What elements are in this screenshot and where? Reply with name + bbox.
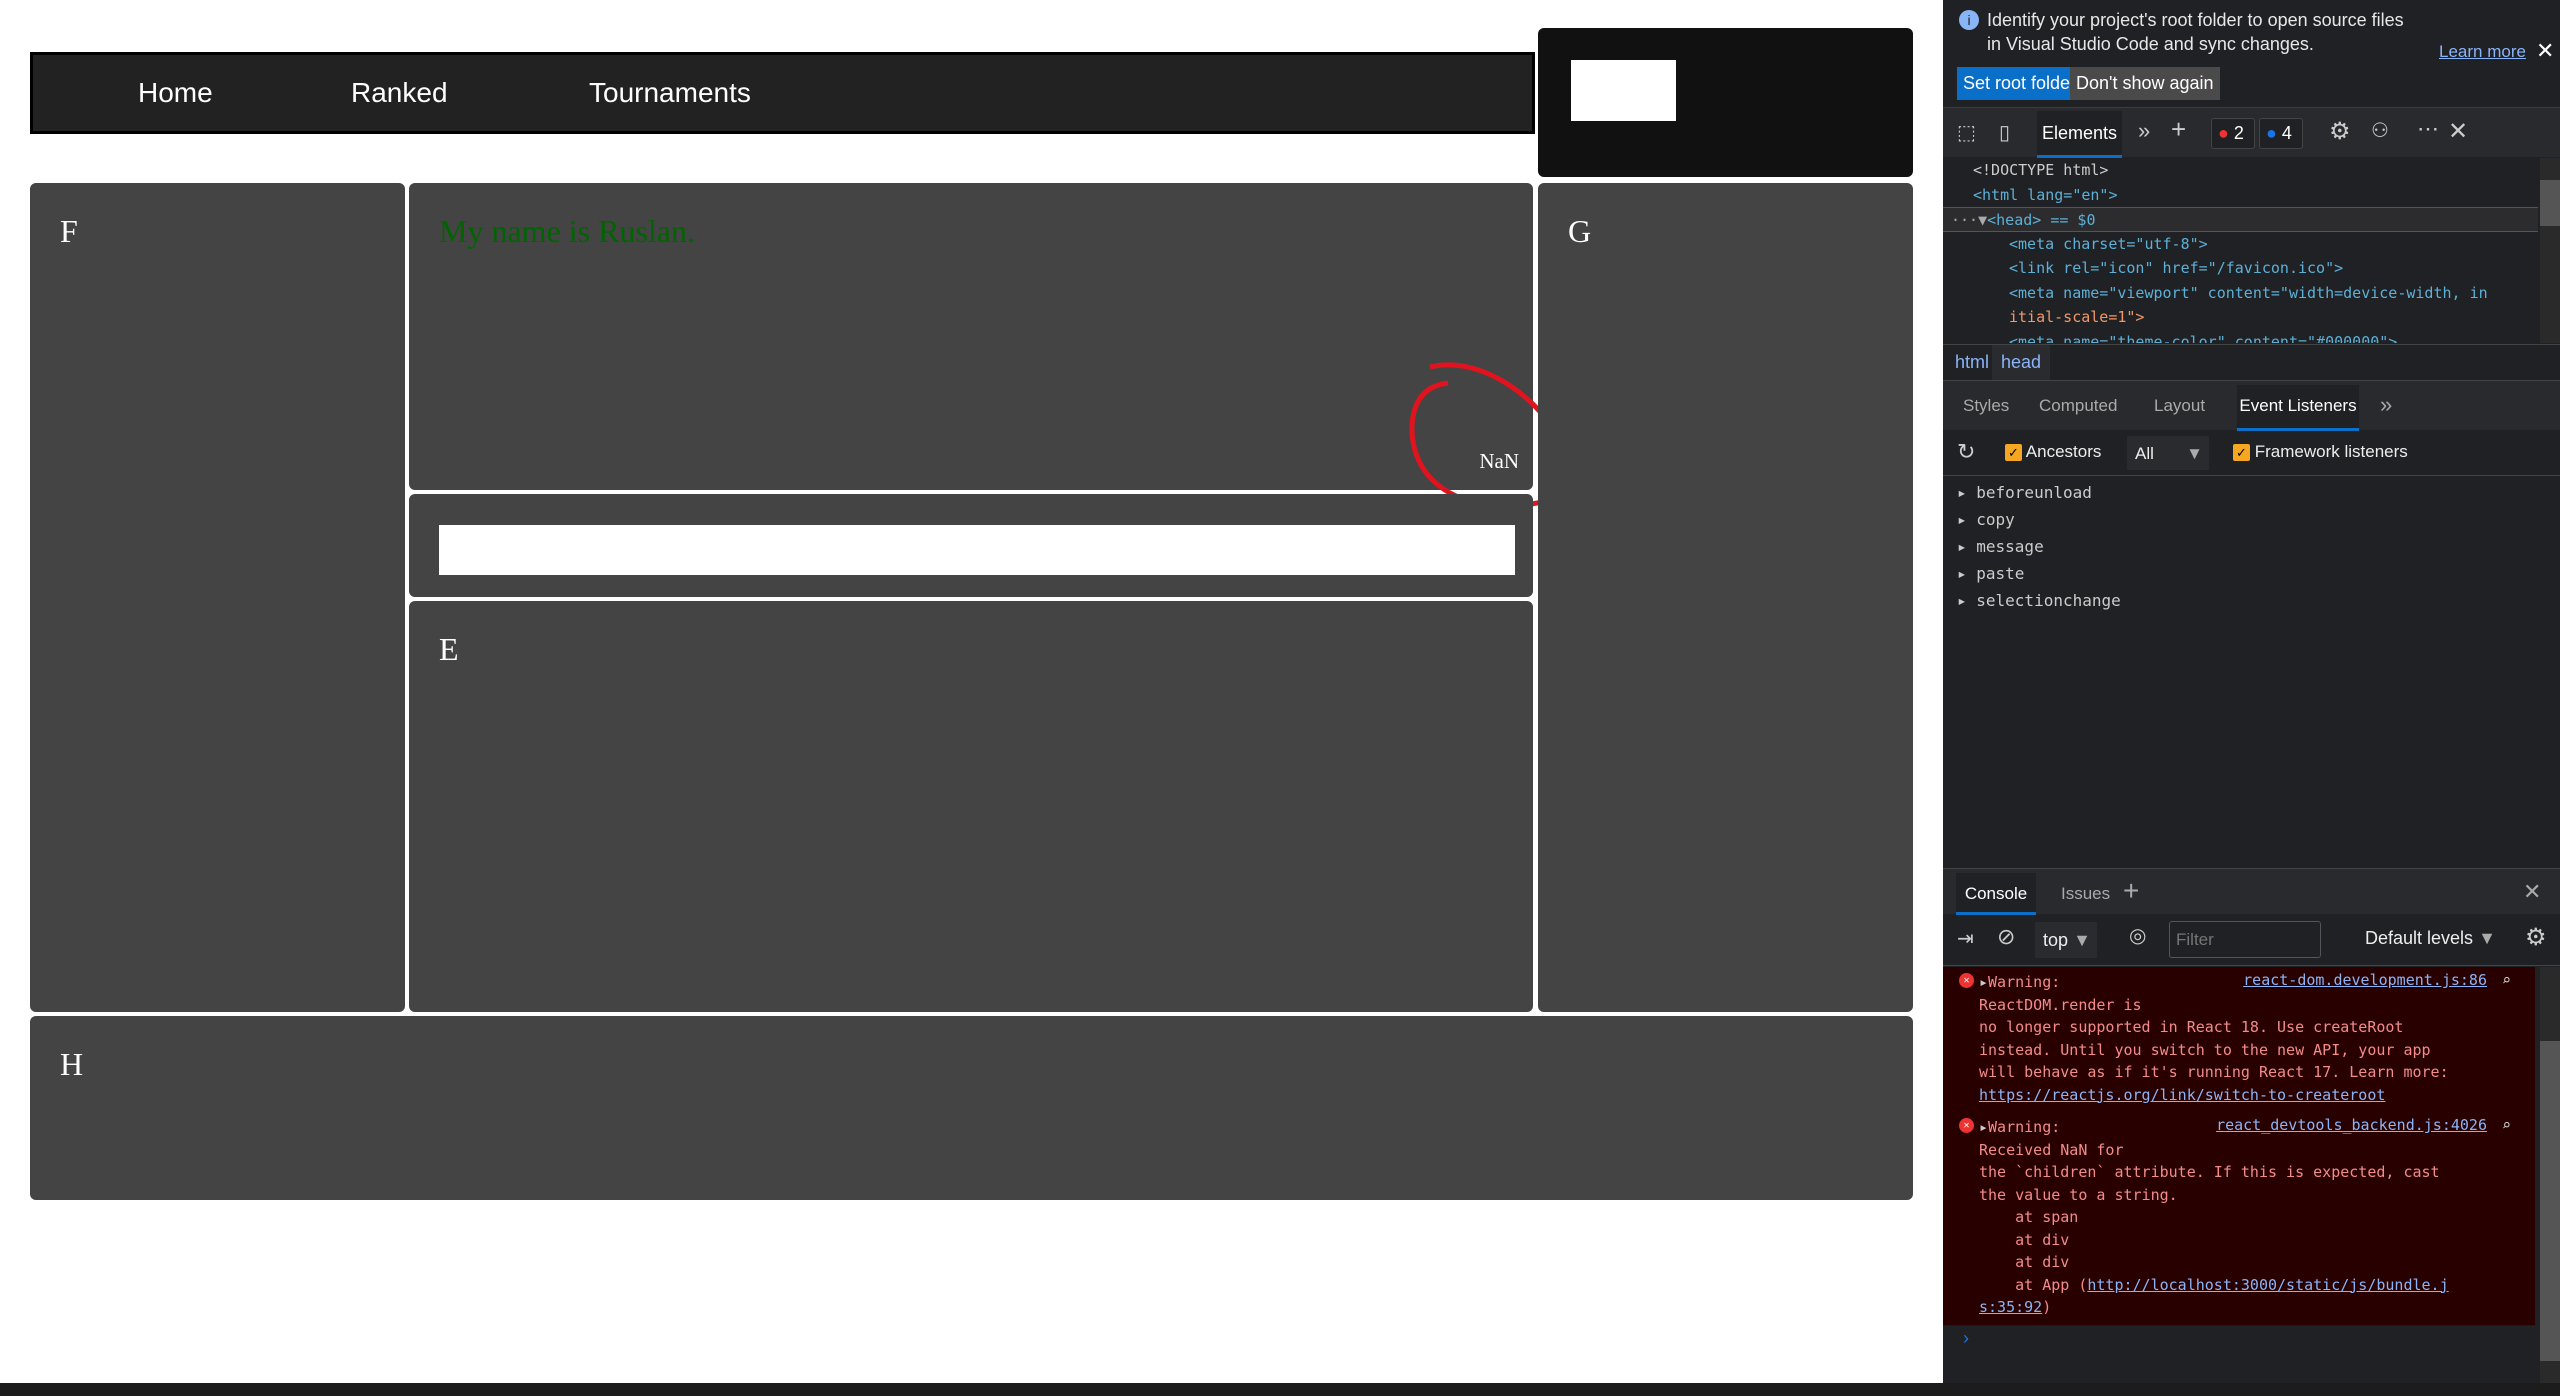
panel-g-label: G [1568, 213, 1592, 249]
listener-item[interactable]: ▸ selectionchange [1957, 591, 2121, 610]
code-line: <meta charset="utf-8"> [2009, 234, 2208, 253]
refresh-icon[interactable]: ↻ [1957, 439, 1975, 465]
add-tab-icon[interactable]: + [2171, 114, 2186, 145]
live-expression-eye-icon[interactable]: ◎ [2129, 923, 2146, 948]
info-icon: i [1959, 10, 1979, 30]
set-root-folder-button[interactable]: Set root folder [1957, 67, 2083, 100]
tab-styles[interactable]: Styles [1963, 396, 2009, 416]
breadcrumb-html[interactable]: html [1955, 352, 1989, 373]
elements-scrollbar[interactable] [2540, 158, 2560, 343]
tab-elements[interactable]: Elements [2037, 111, 2122, 158]
panel-main: My name is Ruslan. NaN [409, 183, 1533, 490]
listener-item[interactable]: ▸ paste [1957, 564, 2024, 583]
greeting-text: My name is Ruslan. [439, 213, 695, 249]
panel-e-label: E [439, 631, 459, 667]
ancestors-checkbox[interactable]: ✓ Ancestors [2005, 442, 2101, 462]
code-line: itial-scale=1"> [2009, 308, 2145, 326]
nav-home[interactable]: Home [138, 77, 213, 109]
console-scrollbar[interactable] [2540, 967, 2560, 1383]
devtools-toolbar: ⬚ ▯ Elements » + ● 2 ● 4 ⚙ ⚇ ⋯ ✕ [1943, 107, 2560, 158]
tab-issues[interactable]: Issues [2061, 884, 2110, 904]
tab-console[interactable]: Console [1956, 873, 2036, 915]
panel-g: G [1538, 183, 1913, 1012]
nav-ranked[interactable]: Ranked [351, 77, 448, 109]
more-subtabs-icon[interactable]: » [2380, 392, 2392, 418]
more-options-icon[interactable]: ⋯ [2417, 116, 2439, 142]
listener-item[interactable]: ▸ message [1957, 537, 2044, 556]
source-link[interactable]: react_devtools_backend.js:4026 [2216, 1116, 2487, 1134]
log-levels-select[interactable]: Default levels ▼ [2365, 928, 2496, 949]
code-line: <link rel="icon" href="/favicon.ico"> [2009, 259, 2344, 277]
add-drawer-tab-icon[interactable]: + [2123, 875, 2139, 907]
clear-console-icon[interactable]: ⊘ [1997, 924, 2015, 950]
error-count-badge[interactable]: ● 2 [2211, 118, 2255, 149]
console-prompt-icon[interactable]: › [1963, 1328, 1969, 1349]
sidebar-toggle-icon[interactable]: ⇥ [1957, 926, 1974, 951]
listener-filter-select[interactable]: All ▼ [2127, 436, 2209, 470]
console-message-warning: ✕ ▸Warning: react_devtools_backend.js:40… [1943, 1112, 2535, 1326]
code-line: <html lang="en"> [1973, 185, 2118, 204]
search-icon[interactable]: ⌕ [2502, 1116, 2511, 1134]
close-devtools-icon[interactable]: ✕ [2448, 117, 2468, 146]
console-tabs: Console Issues + ✕ [1943, 868, 2560, 915]
nav-tournaments[interactable]: Tournaments [589, 77, 751, 109]
panel-e: E [409, 601, 1533, 1012]
sidebar-tabs: Styles Computed Layout Event Listeners » [1943, 380, 2560, 431]
listener-item[interactable]: ▸ copy [1957, 510, 2015, 529]
listener-options: ↻ ✓ Ancestors All ▼ ✓ Framework listeners [1943, 430, 2560, 476]
close-infobar-icon[interactable]: ✕ [2536, 38, 2554, 64]
listener-item[interactable]: ▸ beforeunload [1957, 483, 2092, 502]
panel-h: H [30, 1016, 1913, 1200]
context-select[interactable]: top ▼ [2035, 922, 2097, 958]
panel-f-label: F [60, 213, 78, 249]
error-icon: ✕ [1959, 973, 1974, 988]
event-listener-list: ▸ beforeunload ▸ copy ▸ message ▸ paste … [1943, 480, 2560, 630]
tab-event-listeners[interactable]: Event Listeners [2237, 385, 2359, 431]
devtools-panel: i Identify your project's root folder to… [1943, 0, 2560, 1383]
error-icon: ✕ [1959, 1118, 1974, 1133]
bundle-link-cont[interactable]: s:35:92 [1979, 1298, 2042, 1316]
inspect-icon[interactable]: ⬚ [1957, 120, 1976, 145]
panel-h-label: H [60, 1046, 84, 1082]
panel-input [409, 494, 1533, 597]
code-line: <meta name="viewport" content="width=dev… [2009, 283, 2488, 302]
breadcrumb: html head [1943, 344, 2560, 380]
message-count-badge[interactable]: ● 4 [2259, 118, 2303, 149]
settings-gear-icon[interactable]: ⚙ [2329, 117, 2351, 146]
tab-computed[interactable]: Computed [2039, 396, 2117, 416]
dont-show-again-button[interactable]: Don't show again [2070, 67, 2220, 100]
docs-link[interactable]: https://reactjs.org/link/switch-to-creat… [1979, 1086, 2385, 1104]
learn-more-link[interactable]: Learn more [2439, 42, 2526, 62]
more-tabs-icon[interactable]: » [2138, 118, 2150, 144]
elements-tree[interactable]: <!DOCTYPE html> <html lang="en"> ···▼<he… [1943, 158, 2538, 343]
feedback-icon[interactable]: ⚇ [2371, 118, 2389, 143]
search-icon[interactable]: ⌕ [2502, 971, 2511, 989]
console-filter-input[interactable] [2169, 921, 2321, 958]
code-line: <!DOCTYPE html> [1973, 161, 2109, 179]
console-toolbar: ⇥ ⊘ top▼ ◎ Default levels ▼ ⚙ [1943, 914, 2560, 966]
close-drawer-icon[interactable]: ✕ [2523, 879, 2541, 905]
panel-f: F [30, 183, 405, 1012]
tab-layout[interactable]: Layout [2154, 396, 2205, 416]
breadcrumb-head[interactable]: head [1992, 345, 2051, 380]
bundle-link[interactable]: http://localhost:3000/static/js/bundle.j [2087, 1276, 2448, 1294]
device-toggle-icon[interactable]: ▯ [1999, 120, 2010, 145]
console-settings-icon[interactable]: ⚙ [2525, 923, 2547, 952]
header-white-block [1571, 60, 1676, 121]
infobar-text: Identify your project's root folder to o… [1987, 10, 2404, 54]
text-input[interactable] [439, 525, 1515, 575]
taskbar [0, 1383, 2560, 1396]
source-link[interactable]: react-dom.development.js:86 [2243, 971, 2487, 989]
code-line: <meta name="theme-color" content="#00000… [2009, 332, 2398, 344]
code-line-selected[interactable]: ···▼<head> == $0 [1943, 207, 2538, 232]
console-message-warning: ✕ ▸Warning: react-dom.development.js:86 … [1943, 967, 2535, 1113]
framework-listeners-checkbox[interactable]: ✓ Framework listeners [2233, 442, 2408, 462]
navbar: Home Ranked Tournaments [30, 52, 1535, 134]
